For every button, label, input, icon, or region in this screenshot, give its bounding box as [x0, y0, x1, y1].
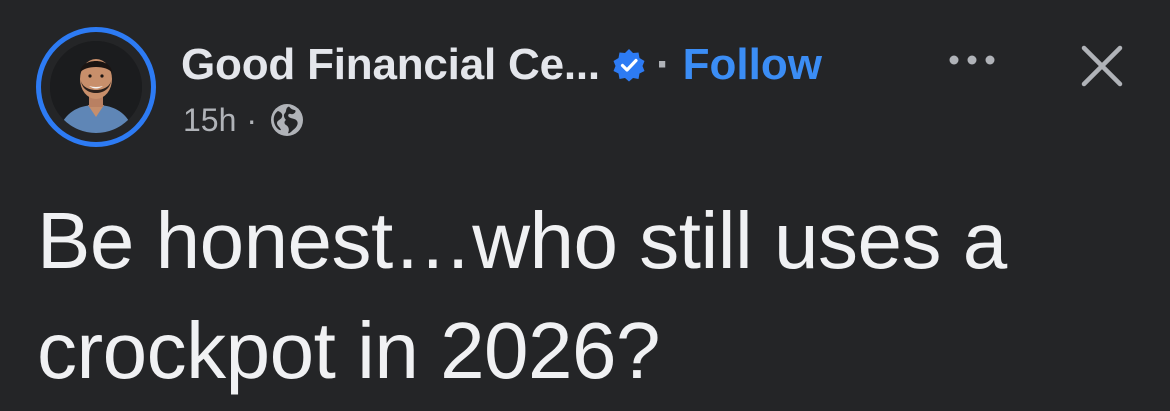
more-options-icon[interactable]: [944, 40, 1000, 80]
post-card: Good Financial Ce... · Follow 15h · Be h…: [0, 0, 1170, 411]
avatar[interactable]: [50, 41, 142, 133]
verified-badge-icon: [612, 48, 646, 82]
avatar-image: [50, 41, 142, 133]
separator-dot: ·: [655, 40, 671, 89]
author-avatar-ring[interactable]: [36, 27, 156, 147]
author-row: Good Financial Ce... · Follow: [181, 38, 822, 92]
post-text: Be honest…who still uses a crockpot in 2…: [37, 196, 1007, 395]
follow-button[interactable]: Follow: [683, 40, 822, 90]
meta-separator-dot: ·: [246, 101, 258, 138]
globe-icon: [269, 102, 305, 138]
close-icon[interactable]: [1078, 42, 1126, 90]
post-timestamp[interactable]: 15h: [183, 102, 236, 139]
post-meta: 15h ·: [183, 98, 305, 142]
author-name[interactable]: Good Financial Ce...: [181, 40, 600, 90]
